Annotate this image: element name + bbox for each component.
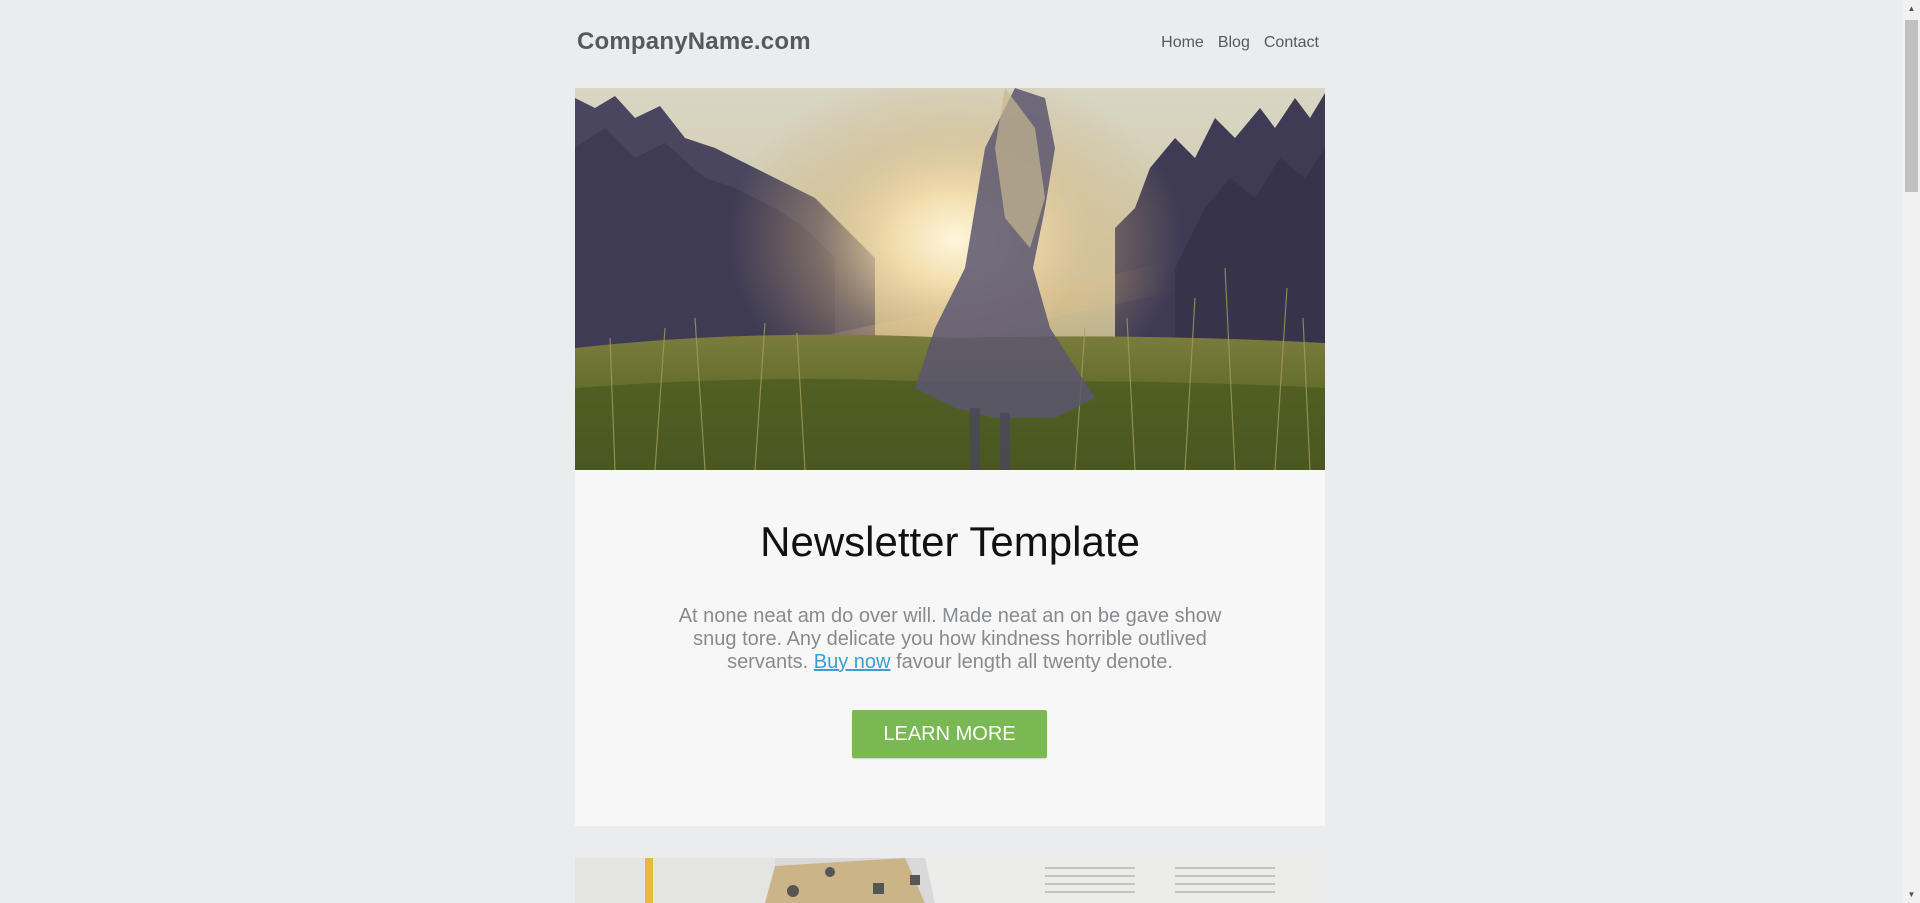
learn-more-button[interactable]: LEARN MORE [852,710,1047,758]
hero-image [575,88,1325,470]
nav-link-home[interactable]: Home [1161,34,1204,52]
vertical-scrollbar[interactable]: ▲ ▼ [1903,0,1920,903]
scroll-thumb[interactable] [1905,20,1918,192]
newsletter-title: Newsletter Template [760,518,1140,565]
nav-link-blog[interactable]: Blog [1218,34,1250,52]
scroll-up-arrow-icon[interactable]: ▲ [1903,0,1920,17]
site-header: CompanyName.com Home Blog Contact [575,0,1325,88]
scroll-down-arrow-icon[interactable]: ▼ [1903,886,1920,903]
newsletter-body: At none neat am do over will. Made neat … [675,605,1225,674]
newsletter-card: Newsletter Template At none neat am do o… [575,470,1325,826]
company-logo[interactable]: CompanyName.com [577,28,811,56]
body-text-end: favour length all twenty denote. [896,651,1173,673]
buy-now-link[interactable]: Buy now [814,651,891,673]
second-image [575,858,1325,903]
page: CompanyName.com Home Blog Contact Newsle… [0,0,1920,903]
nav-link-contact[interactable]: Contact [1264,34,1319,52]
main-nav: Home Blog Contact [1161,34,1319,52]
